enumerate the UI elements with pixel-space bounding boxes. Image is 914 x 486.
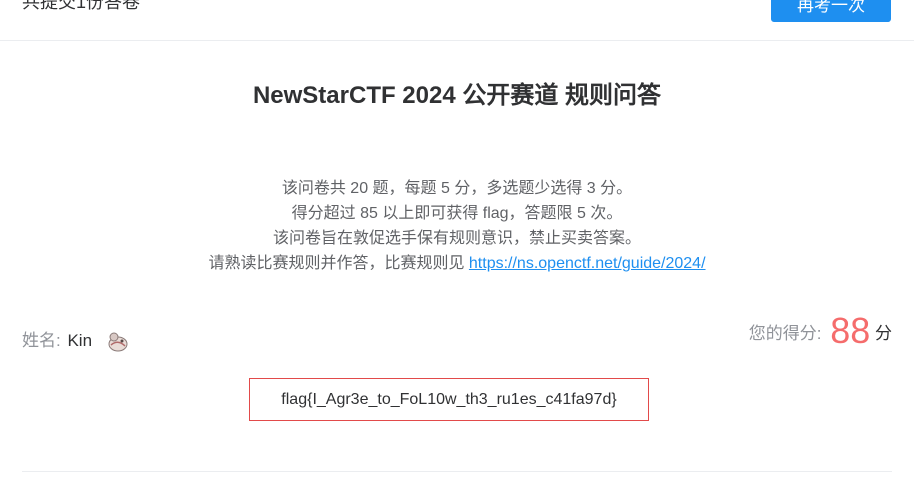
top-bar: 共提交1份答卷 再考一次 — [0, 0, 914, 41]
quiz-description: 该问卷共 20 题，每题 5 分，多选题少选得 3 分。 得分超过 85 以上即… — [0, 176, 914, 276]
score-unit: 分 — [875, 324, 892, 343]
description-line-4: 请熟读比赛规则并作答，比赛规则见 https://ns.openctf.net/… — [0, 251, 914, 276]
quiz-title: NewStarCTF 2024 公开赛道 规则问答 — [252, 82, 662, 109]
score-display: 您的得分: 88 分 — [749, 310, 892, 352]
name-label: 姓名: — [22, 331, 61, 350]
participant-name: 姓名: Kin — [22, 328, 131, 355]
rules-link-prefix: 请熟读比赛规则并作答，比赛规则见 — [208, 255, 469, 272]
description-line-1: 该问卷共 20 题，每题 5 分，多选题少选得 3 分。 — [281, 180, 633, 197]
description-line-2: 得分超过 85 以上即可获得 flag，答题限 5 次。 — [291, 205, 623, 222]
avatar-icon — [105, 329, 131, 355]
score-label: 您的得分: — [748, 324, 822, 343]
retry-button[interactable]: 再考一次 — [771, 0, 891, 22]
name-value: Kin — [67, 331, 93, 350]
submission-count: 共提交1份答卷 — [22, 0, 141, 12]
flag-text: flag{I_Agr3e_to_FoL10w_th3_ru1es_c41fa97… — [249, 378, 649, 421]
result-page: 共提交1份答卷 再考一次 NewStarCTF 2024 公开赛道 规则问答 该… — [0, 0, 914, 486]
divider — [22, 471, 892, 472]
description-line-3: 该问卷旨在敦促选手保有规则意识，禁止买卖答案。 — [272, 230, 641, 247]
rules-link[interactable]: https://ns.openctf.net/guide/2024/ — [469, 255, 706, 272]
score-value: 88 — [830, 310, 871, 351]
